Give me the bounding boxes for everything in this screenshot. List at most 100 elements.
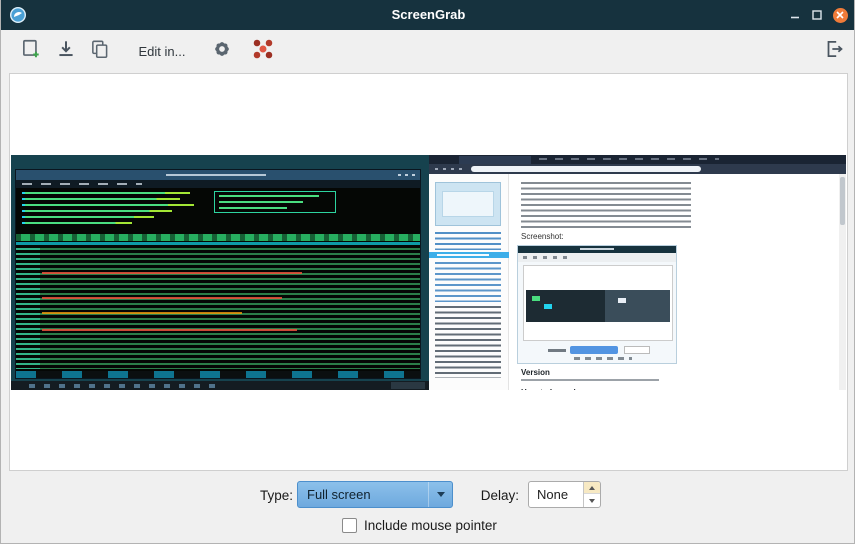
exit-icon bbox=[823, 38, 845, 65]
help-button[interactable] bbox=[247, 35, 279, 67]
copy-button[interactable] bbox=[84, 35, 116, 67]
cpu-meter bbox=[22, 198, 180, 200]
screengrab-window: ScreenGrab bbox=[0, 0, 855, 544]
load-average-line bbox=[219, 201, 303, 203]
toc-selected-label bbox=[437, 254, 489, 256]
nested-toolbar-icons bbox=[523, 256, 567, 259]
new-screenshot-button[interactable] bbox=[15, 35, 47, 67]
captured-taskbar bbox=[11, 381, 429, 390]
browser-scrollbar-thumb bbox=[840, 177, 845, 225]
cpu-meter bbox=[22, 210, 172, 212]
include-pointer-checkbox[interactable] bbox=[342, 518, 357, 533]
browser-tab-title-text bbox=[539, 158, 719, 160]
red-dots-icon bbox=[251, 37, 275, 66]
version-heading: Version bbox=[521, 368, 550, 377]
warning-row bbox=[42, 312, 242, 314]
nested-pointer-checkbox-row bbox=[574, 357, 632, 360]
browser-nav-icons bbox=[435, 168, 463, 170]
browser-nav-bar bbox=[429, 164, 846, 174]
cpu-meter bbox=[22, 192, 190, 194]
delay-label: Delay: bbox=[475, 488, 519, 503]
nested-thumb-detail bbox=[618, 298, 626, 303]
toc-selected-item bbox=[429, 252, 509, 258]
tasks-line bbox=[219, 195, 319, 197]
htop-selected-row bbox=[16, 242, 420, 245]
minimize-button[interactable] bbox=[786, 6, 804, 24]
memory-meter bbox=[22, 216, 154, 218]
taskbar-window-buttons bbox=[29, 384, 219, 388]
htop-column-labels bbox=[16, 234, 420, 241]
toc-links-upper bbox=[435, 232, 501, 250]
terminal-titlebar bbox=[16, 170, 420, 180]
nested-preview-panel bbox=[523, 265, 673, 341]
htop-tasks-info-box bbox=[214, 191, 336, 213]
edit-in-label: Edit in... bbox=[139, 44, 186, 59]
browser-tab-bar bbox=[429, 155, 846, 164]
toc-links-middle bbox=[435, 262, 501, 302]
manual-page-content: Screenshot: bbox=[429, 174, 846, 390]
manual-sidebar bbox=[429, 174, 509, 390]
nested-thumb-detail bbox=[532, 296, 540, 301]
nested-screengrab-screenshot bbox=[517, 245, 677, 364]
manual-main-column: Screenshot: bbox=[510, 174, 839, 390]
save-icon bbox=[55, 38, 77, 65]
new-screenshot-icon bbox=[20, 38, 42, 65]
nested-titlebar bbox=[518, 246, 676, 253]
cpu-meter bbox=[22, 204, 194, 206]
delay-spinbox[interactable]: None bbox=[528, 481, 601, 508]
browser-active-tab bbox=[459, 156, 531, 164]
sidebar-thumbnail bbox=[435, 182, 501, 226]
sidebar-thumbnail-inner bbox=[442, 191, 494, 217]
close-button[interactable] bbox=[831, 6, 849, 24]
type-label: Type: bbox=[257, 488, 293, 503]
terminal-menubar bbox=[16, 180, 420, 188]
settings-button[interactable] bbox=[206, 35, 238, 67]
type-combobox-value: Full screen bbox=[307, 482, 371, 507]
spin-up-button[interactable] bbox=[584, 482, 600, 494]
terminal-title-text bbox=[166, 174, 266, 176]
edit-in-button[interactable]: Edit in... bbox=[129, 35, 195, 67]
failed-unit-row bbox=[42, 272, 302, 274]
nested-title-text bbox=[580, 248, 614, 250]
save-button[interactable] bbox=[50, 35, 82, 67]
terminal-htop-output bbox=[16, 188, 420, 378]
copy-icon bbox=[89, 38, 111, 65]
delay-spinbox-value: None bbox=[537, 482, 568, 507]
captured-terminal-window bbox=[15, 169, 421, 379]
version-text-line bbox=[521, 379, 659, 381]
failed-unit-row bbox=[42, 297, 282, 299]
toolbar: Edit in... bbox=[1, 30, 855, 72]
delay-spin-buttons bbox=[583, 482, 600, 507]
quit-button[interactable] bbox=[818, 35, 850, 67]
nested-type-combobox bbox=[570, 346, 618, 354]
captured-browser-window: Screenshot: bbox=[429, 155, 846, 390]
arrow-down-icon bbox=[589, 499, 595, 503]
arrow-up-icon bbox=[589, 486, 595, 490]
uptime-line bbox=[219, 207, 287, 209]
nested-toolbar bbox=[518, 253, 676, 262]
taskbar-clock bbox=[391, 382, 425, 389]
swap-meter bbox=[22, 222, 132, 224]
type-combobox[interactable]: Full screen bbox=[297, 481, 453, 508]
htop-column-header bbox=[16, 234, 420, 241]
close-icon bbox=[833, 8, 848, 23]
include-pointer-label[interactable]: Include mouse pointer bbox=[364, 518, 497, 533]
maximize-button[interactable] bbox=[808, 6, 826, 24]
nested-delay-spinbox bbox=[624, 346, 650, 354]
toc-links-lower bbox=[435, 306, 501, 378]
intro-paragraph-text bbox=[521, 182, 691, 230]
chevron-down-icon[interactable] bbox=[428, 482, 452, 507]
screenshot-heading: Screenshot: bbox=[521, 232, 564, 241]
process-rows-text bbox=[16, 248, 420, 369]
titlebar: ScreenGrab bbox=[1, 0, 855, 30]
terminal-window-buttons bbox=[398, 174, 416, 176]
spin-down-button[interactable] bbox=[584, 495, 600, 507]
htop-function-key-bar bbox=[16, 371, 420, 378]
terminal-menu-items bbox=[22, 183, 142, 185]
nested-preview-image bbox=[526, 290, 670, 322]
failed-unit-row bbox=[42, 329, 297, 331]
nested-type-label bbox=[548, 349, 566, 352]
window-title: ScreenGrab bbox=[1, 0, 855, 30]
nested-thumb-detail bbox=[544, 304, 552, 309]
how-to-launch-heading: How to Launch bbox=[521, 388, 578, 390]
